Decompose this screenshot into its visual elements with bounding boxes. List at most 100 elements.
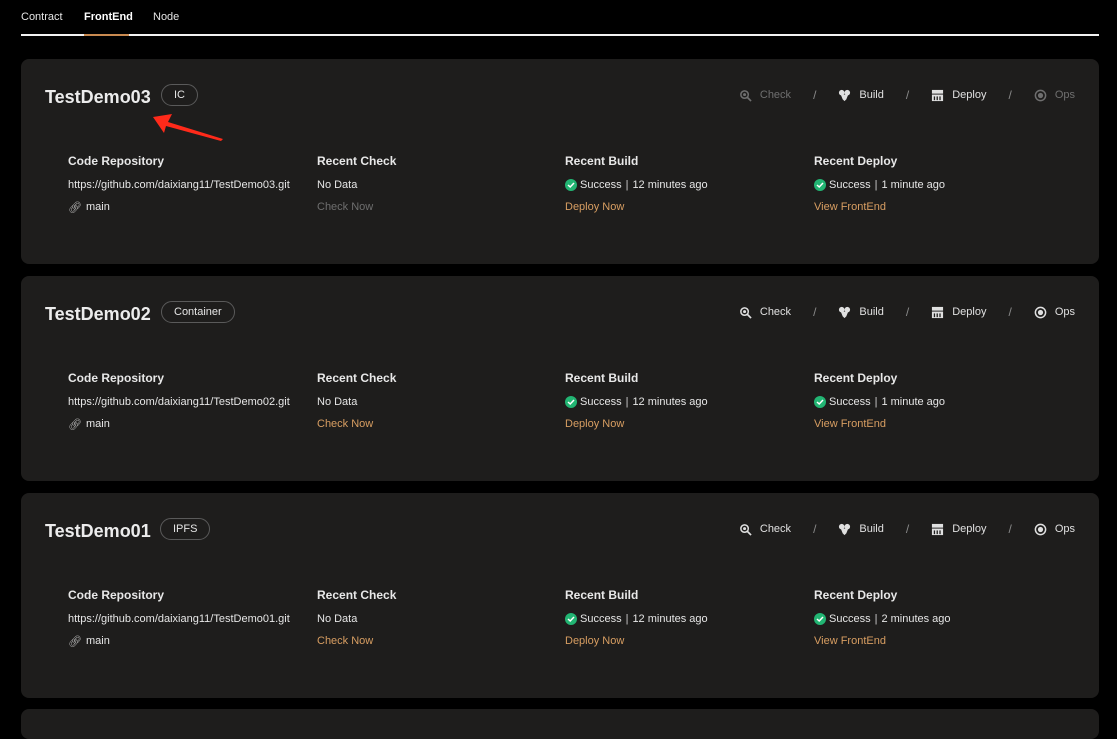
repo-column: Code Repository https://github.com/daixi… [68, 154, 290, 214]
check-header: Recent Check [317, 371, 397, 385]
step-build-label: Build [859, 306, 884, 318]
ops-icon [1034, 523, 1047, 535]
check-header: Recent Check [317, 588, 397, 602]
check-now-link[interactable]: Check Now [317, 200, 396, 214]
ops-icon [1034, 306, 1047, 318]
step-ops[interactable]: Ops [1034, 89, 1075, 102]
repo-url[interactable]: https://github.com/daixiang11/TestDemo02… [68, 395, 290, 409]
deploy-now-link[interactable]: Deploy Now [565, 200, 708, 214]
repo-column: Code Repository https://github.com/daixi… [68, 588, 290, 648]
check-status: No Data [317, 613, 358, 625]
step-check[interactable]: Check [739, 89, 791, 102]
project-card-partial [21, 709, 1099, 739]
step-build[interactable]: Build [838, 89, 884, 102]
build-icon [839, 306, 851, 318]
step-check[interactable]: Check [739, 306, 791, 319]
build-header: Recent Build [565, 588, 639, 602]
tab-node[interactable]: Node [153, 11, 179, 23]
project-name[interactable]: TestDemo02 [45, 304, 151, 325]
tab-bar: Contract FrontEnd Node [21, 0, 1099, 36]
step-ops[interactable]: Ops [1034, 306, 1075, 319]
build-time: 12 minutes ago [632, 396, 708, 408]
build-status-text: Success [580, 396, 622, 408]
step-separator: / [905, 305, 910, 319]
branch: 🔗︎ main [68, 417, 290, 431]
server-icon [932, 306, 944, 318]
step-ops-label: Ops [1054, 306, 1075, 318]
build-header: Recent Build [565, 371, 639, 385]
build-column: Recent Build Success | 12 minutes ago De… [565, 154, 708, 214]
build-time: 12 minutes ago [632, 179, 708, 191]
step-separator: / [1008, 522, 1012, 536]
step-deploy[interactable]: Deploy [931, 306, 986, 319]
view-frontend-link[interactable]: View FrontEnd [814, 200, 945, 214]
tab-contract[interactable]: Contract [21, 11, 63, 23]
step-separator: / [1008, 88, 1012, 102]
project-type-badge: Container [161, 301, 235, 323]
success-check-icon [814, 179, 826, 191]
view-frontend-link[interactable]: View FrontEnd [814, 634, 951, 648]
step-deploy-label: Deploy [952, 523, 987, 535]
repo-url[interactable]: https://github.com/daixiang11/TestDemo03… [68, 178, 290, 192]
step-check[interactable]: Check [739, 523, 791, 536]
step-separator: / [905, 88, 910, 102]
step-build[interactable]: Build [838, 523, 884, 536]
deploy-header: Recent Deploy [814, 588, 898, 602]
step-build-label: Build [859, 523, 884, 535]
deploy-time: 1 minute ago [881, 179, 946, 191]
link-icon: 🔗︎ [68, 635, 82, 648]
repo-header: Code Repository [68, 588, 165, 602]
step-check-label: Check [759, 523, 792, 535]
project-card-testdemo03: TestDemo03 IC Check / Build / Deploy / O… [21, 59, 1099, 264]
step-separator: / [905, 522, 910, 536]
check-now-link[interactable]: Check Now [317, 634, 396, 648]
deploy-status-text: Success [829, 613, 871, 625]
repo-url[interactable]: https://github.com/daixiang11/TestDemo01… [68, 612, 290, 626]
build-status: Success | 12 minutes ago [565, 178, 708, 192]
step-deploy[interactable]: Deploy [931, 89, 986, 102]
search-icon [739, 89, 752, 102]
step-deploy[interactable]: Deploy [931, 523, 986, 536]
pipeline-steps: Check / Build / Deploy / Ops [739, 305, 1075, 319]
deploy-status-text: Success [829, 396, 871, 408]
tab-frontend[interactable]: FrontEnd [84, 11, 133, 23]
view-frontend-link[interactable]: View FrontEnd [814, 417, 945, 431]
success-check-icon [814, 613, 826, 625]
project-name[interactable]: TestDemo01 [45, 521, 151, 542]
project-type-badge: IPFS [160, 518, 211, 540]
build-status: Success | 12 minutes ago [565, 612, 708, 626]
success-check-icon [814, 396, 826, 408]
build-status-text: Success [580, 179, 622, 191]
project-name[interactable]: TestDemo03 [45, 87, 151, 108]
success-check-icon [565, 613, 577, 625]
branch: 🔗︎ main [68, 634, 290, 648]
step-separator: / [813, 305, 817, 319]
deploy-now-link[interactable]: Deploy Now [565, 417, 708, 431]
step-ops-label: Ops [1054, 89, 1075, 101]
step-ops[interactable]: Ops [1034, 523, 1075, 536]
build-column: Recent Build Success | 12 minutes ago De… [565, 588, 708, 648]
success-check-icon [565, 179, 577, 191]
repo-header: Code Repository [68, 371, 165, 385]
deploy-column: Recent Deploy Success | 2 minutes ago Vi… [814, 588, 951, 648]
search-icon [739, 523, 752, 536]
server-icon [932, 523, 944, 535]
deploy-status: Success | 2 minutes ago [814, 612, 951, 626]
deploy-now-link[interactable]: Deploy Now [565, 634, 708, 648]
project-card-testdemo02: TestDemo02 Container Check / Build / Dep… [21, 276, 1099, 481]
pipeline-steps: Check / Build / Deploy / Ops [739, 522, 1075, 536]
project-card-testdemo01: TestDemo01 IPFS Check / Build / Deploy /… [21, 493, 1099, 698]
build-header: Recent Build [565, 154, 639, 168]
deploy-time: 2 minutes ago [881, 613, 951, 625]
branch-name: main [85, 635, 110, 647]
link-icon: 🔗︎ [68, 201, 82, 214]
success-check-icon [565, 396, 577, 408]
deploy-header: Recent Deploy [814, 371, 898, 385]
check-now-link[interactable]: Check Now [317, 417, 396, 431]
check-status: No Data [317, 179, 358, 191]
step-separator: / [813, 88, 817, 102]
step-build[interactable]: Build [838, 306, 884, 319]
project-type-badge: IC [161, 84, 198, 106]
step-deploy-label: Deploy [952, 89, 987, 101]
build-status-text: Success [580, 613, 622, 625]
